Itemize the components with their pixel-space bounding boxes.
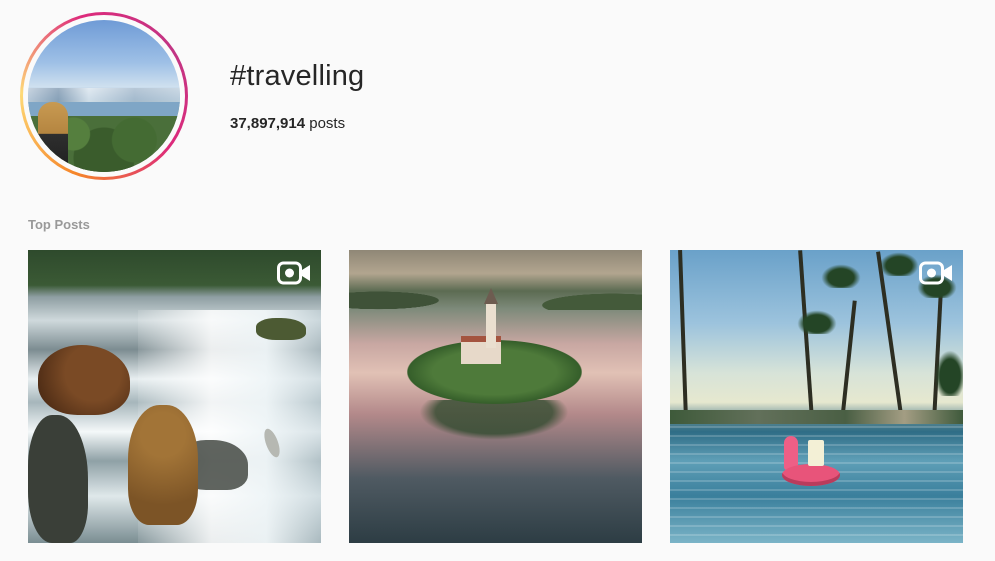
video-icon bbox=[277, 261, 310, 285]
post-count: 37,897,914 posts bbox=[230, 115, 345, 132]
video-icon bbox=[919, 261, 952, 285]
hashtag-title: #travelling bbox=[230, 60, 365, 92]
post-count-label: posts bbox=[309, 115, 346, 132]
bear bbox=[38, 345, 130, 415]
post-count-number: 37,897,914 bbox=[230, 115, 306, 132]
post-tile-1[interactable] bbox=[28, 250, 321, 543]
top-posts-label: Top Posts bbox=[28, 217, 90, 232]
post-tile-3[interactable] bbox=[670, 250, 963, 543]
bear bbox=[128, 405, 198, 525]
hashtag-avatar[interactable] bbox=[20, 12, 188, 180]
avatar-image bbox=[28, 20, 180, 172]
hashtag-page: #travelling 37,897,914 posts Top Posts bbox=[0, 0, 995, 561]
post-tile-2[interactable] bbox=[349, 250, 642, 543]
